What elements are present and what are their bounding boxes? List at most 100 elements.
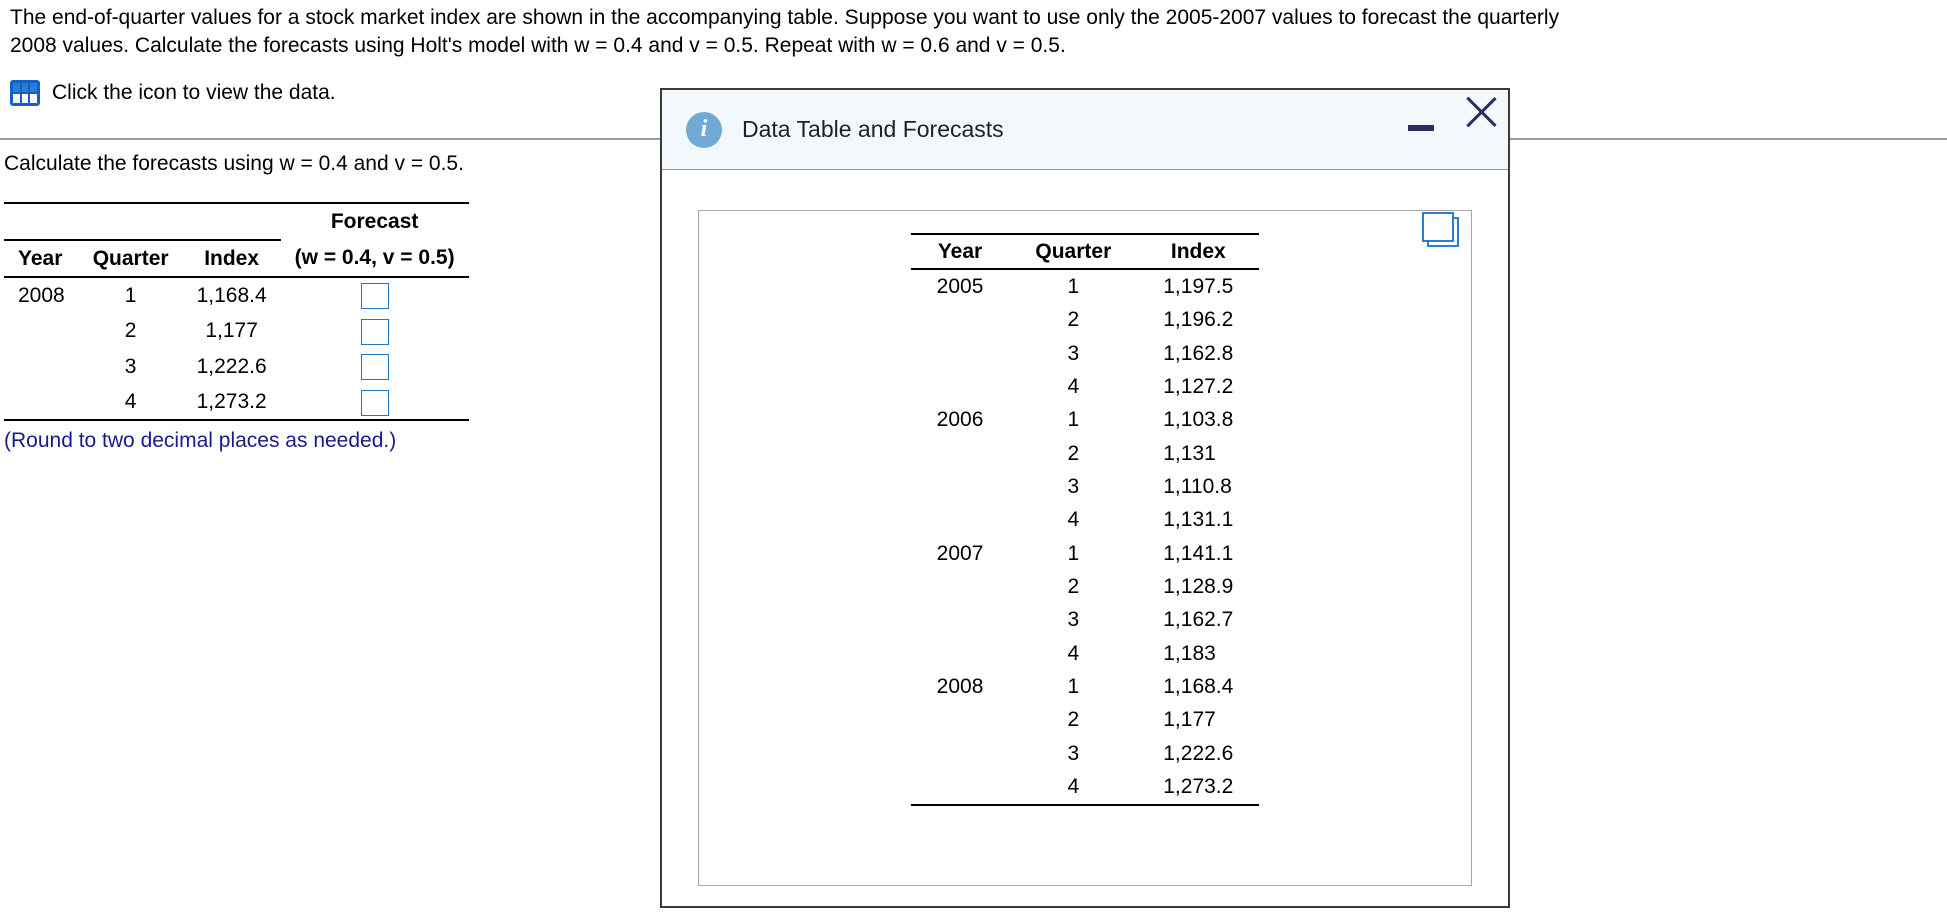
table-row: 31,110.8 xyxy=(911,470,1260,503)
cell-year xyxy=(911,637,1010,670)
table-row: 31,222.6 xyxy=(4,349,469,384)
cell-quarter: 1 xyxy=(1009,404,1137,437)
cell-index: 1,177 xyxy=(1137,704,1259,737)
forecast-input[interactable] xyxy=(361,319,389,345)
view-data-link[interactable]: Click the icon to view the data. xyxy=(52,79,336,107)
table-row: 31,162.7 xyxy=(911,604,1260,637)
cell-quarter: 1 xyxy=(1009,269,1137,303)
cell-year xyxy=(911,504,1010,537)
cell-index: 1,162.8 xyxy=(1137,337,1259,370)
cell-quarter: 4 xyxy=(1009,504,1137,537)
table-row: 200511,197.5 xyxy=(911,269,1260,303)
info-icon: i xyxy=(686,112,722,148)
cell-quarter: 2 xyxy=(1009,304,1137,337)
table-row: 21,196.2 xyxy=(911,304,1260,337)
cell-year xyxy=(911,304,1010,337)
modal-body: Year Quarter Index 200511,197.521,196.23… xyxy=(662,170,1508,906)
cell-quarter: 3 xyxy=(1009,737,1137,770)
question-prompt: The end-of-quarter values for a stock ma… xyxy=(10,4,1937,61)
cell-quarter: 3 xyxy=(79,349,183,384)
cell-quarter: 2 xyxy=(1009,437,1137,470)
cell-year: 2008 xyxy=(4,277,79,313)
modal-title: Data Table and Forecasts xyxy=(742,114,1004,145)
col-empty xyxy=(4,203,79,239)
col-forecast-1: Forecast xyxy=(281,203,469,239)
col-empty xyxy=(79,203,183,239)
cell-year xyxy=(911,570,1010,603)
cell-index: 1,222.6 xyxy=(1137,737,1259,770)
cell-index: 1,196.2 xyxy=(1137,304,1259,337)
cell-index: 1,131.1 xyxy=(1137,504,1259,537)
col-quarter: Quarter xyxy=(79,240,183,277)
cell-quarter: 1 xyxy=(1009,537,1137,570)
cell-index: 1,222.6 xyxy=(183,349,281,384)
cell-quarter: 2 xyxy=(1009,704,1137,737)
cell-index: 1,131 xyxy=(1137,437,1259,470)
cell-year xyxy=(911,370,1010,403)
cell-year: 2005 xyxy=(911,269,1010,303)
cell-quarter: 1 xyxy=(1009,670,1137,703)
cell-year xyxy=(4,349,79,384)
cell-year xyxy=(911,737,1010,770)
cell-year xyxy=(911,604,1010,637)
table-row: 41,273.2 xyxy=(911,771,1260,805)
table-row: 21,177 xyxy=(911,704,1260,737)
col-empty xyxy=(183,203,281,239)
close-button[interactable] xyxy=(1462,92,1502,132)
data-col-index: Index xyxy=(1137,234,1259,269)
cell-index: 1,168.4 xyxy=(1137,670,1259,703)
cell-quarter: 4 xyxy=(1009,637,1137,670)
table-row: 21,177 xyxy=(4,313,469,348)
cell-index: 1,127.2 xyxy=(1137,370,1259,403)
table-row: 200811,168.4 xyxy=(4,277,469,313)
prompt-line-1: The end-of-quarter values for a stock ma… xyxy=(10,6,1559,29)
table-row: 200611,103.8 xyxy=(911,404,1260,437)
cell-year xyxy=(4,384,79,420)
cell-forecast xyxy=(281,313,469,348)
cell-year xyxy=(4,313,79,348)
cell-index: 1,162.7 xyxy=(1137,604,1259,637)
prompt-line-2: 2008 values. Calculate the forecasts usi… xyxy=(10,34,1066,57)
modal-titlebar: i Data Table and Forecasts xyxy=(662,90,1508,170)
page: The end-of-quarter values for a stock ma… xyxy=(0,0,1947,917)
table-row: 31,222.6 xyxy=(911,737,1260,770)
data-table: Year Quarter Index 200511,197.521,196.23… xyxy=(911,233,1260,806)
cell-index: 1,168.4 xyxy=(183,277,281,313)
table-row: 41,127.2 xyxy=(911,370,1260,403)
cell-index: 1,141.1 xyxy=(1137,537,1259,570)
cell-index: 1,110.8 xyxy=(1137,470,1259,503)
table-row: 200711,141.1 xyxy=(911,537,1260,570)
cell-year xyxy=(911,437,1010,470)
cell-index: 1,128.9 xyxy=(1137,570,1259,603)
instruction-text: Calculate the forecasts using w = 0.4 an… xyxy=(4,150,644,178)
cell-quarter: 4 xyxy=(79,384,183,420)
forecast-input[interactable] xyxy=(361,354,389,380)
table-icon[interactable] xyxy=(10,80,40,106)
cell-year xyxy=(911,771,1010,805)
forecast-input[interactable] xyxy=(361,283,389,309)
cell-quarter: 4 xyxy=(1009,771,1137,805)
cell-year: 2007 xyxy=(911,537,1010,570)
minimize-button[interactable] xyxy=(1408,125,1434,131)
data-col-year: Year xyxy=(911,234,1010,269)
cell-quarter: 3 xyxy=(1009,604,1137,637)
cell-index: 1,273.2 xyxy=(183,384,281,420)
col-forecast-2: (w = 0.4, v = 0.5) xyxy=(281,240,469,277)
cell-index: 1,197.5 xyxy=(1137,269,1259,303)
cell-forecast xyxy=(281,277,469,313)
data-frame: Year Quarter Index 200511,197.521,196.23… xyxy=(698,210,1472,886)
cell-year xyxy=(911,704,1010,737)
cell-index: 1,177 xyxy=(183,313,281,348)
table-row: 41,131.1 xyxy=(911,504,1260,537)
cell-year xyxy=(911,337,1010,370)
cell-year: 2006 xyxy=(911,404,1010,437)
table-row: 21,128.9 xyxy=(911,570,1260,603)
cell-quarter: 3 xyxy=(1009,470,1137,503)
cell-quarter: 2 xyxy=(79,313,183,348)
table-row: 41,183 xyxy=(911,637,1260,670)
table-row: 41,273.2 xyxy=(4,384,469,420)
forecast-input[interactable] xyxy=(361,390,389,416)
copy-icon[interactable] xyxy=(1427,217,1459,247)
cell-quarter: 3 xyxy=(1009,337,1137,370)
cell-year xyxy=(911,470,1010,503)
